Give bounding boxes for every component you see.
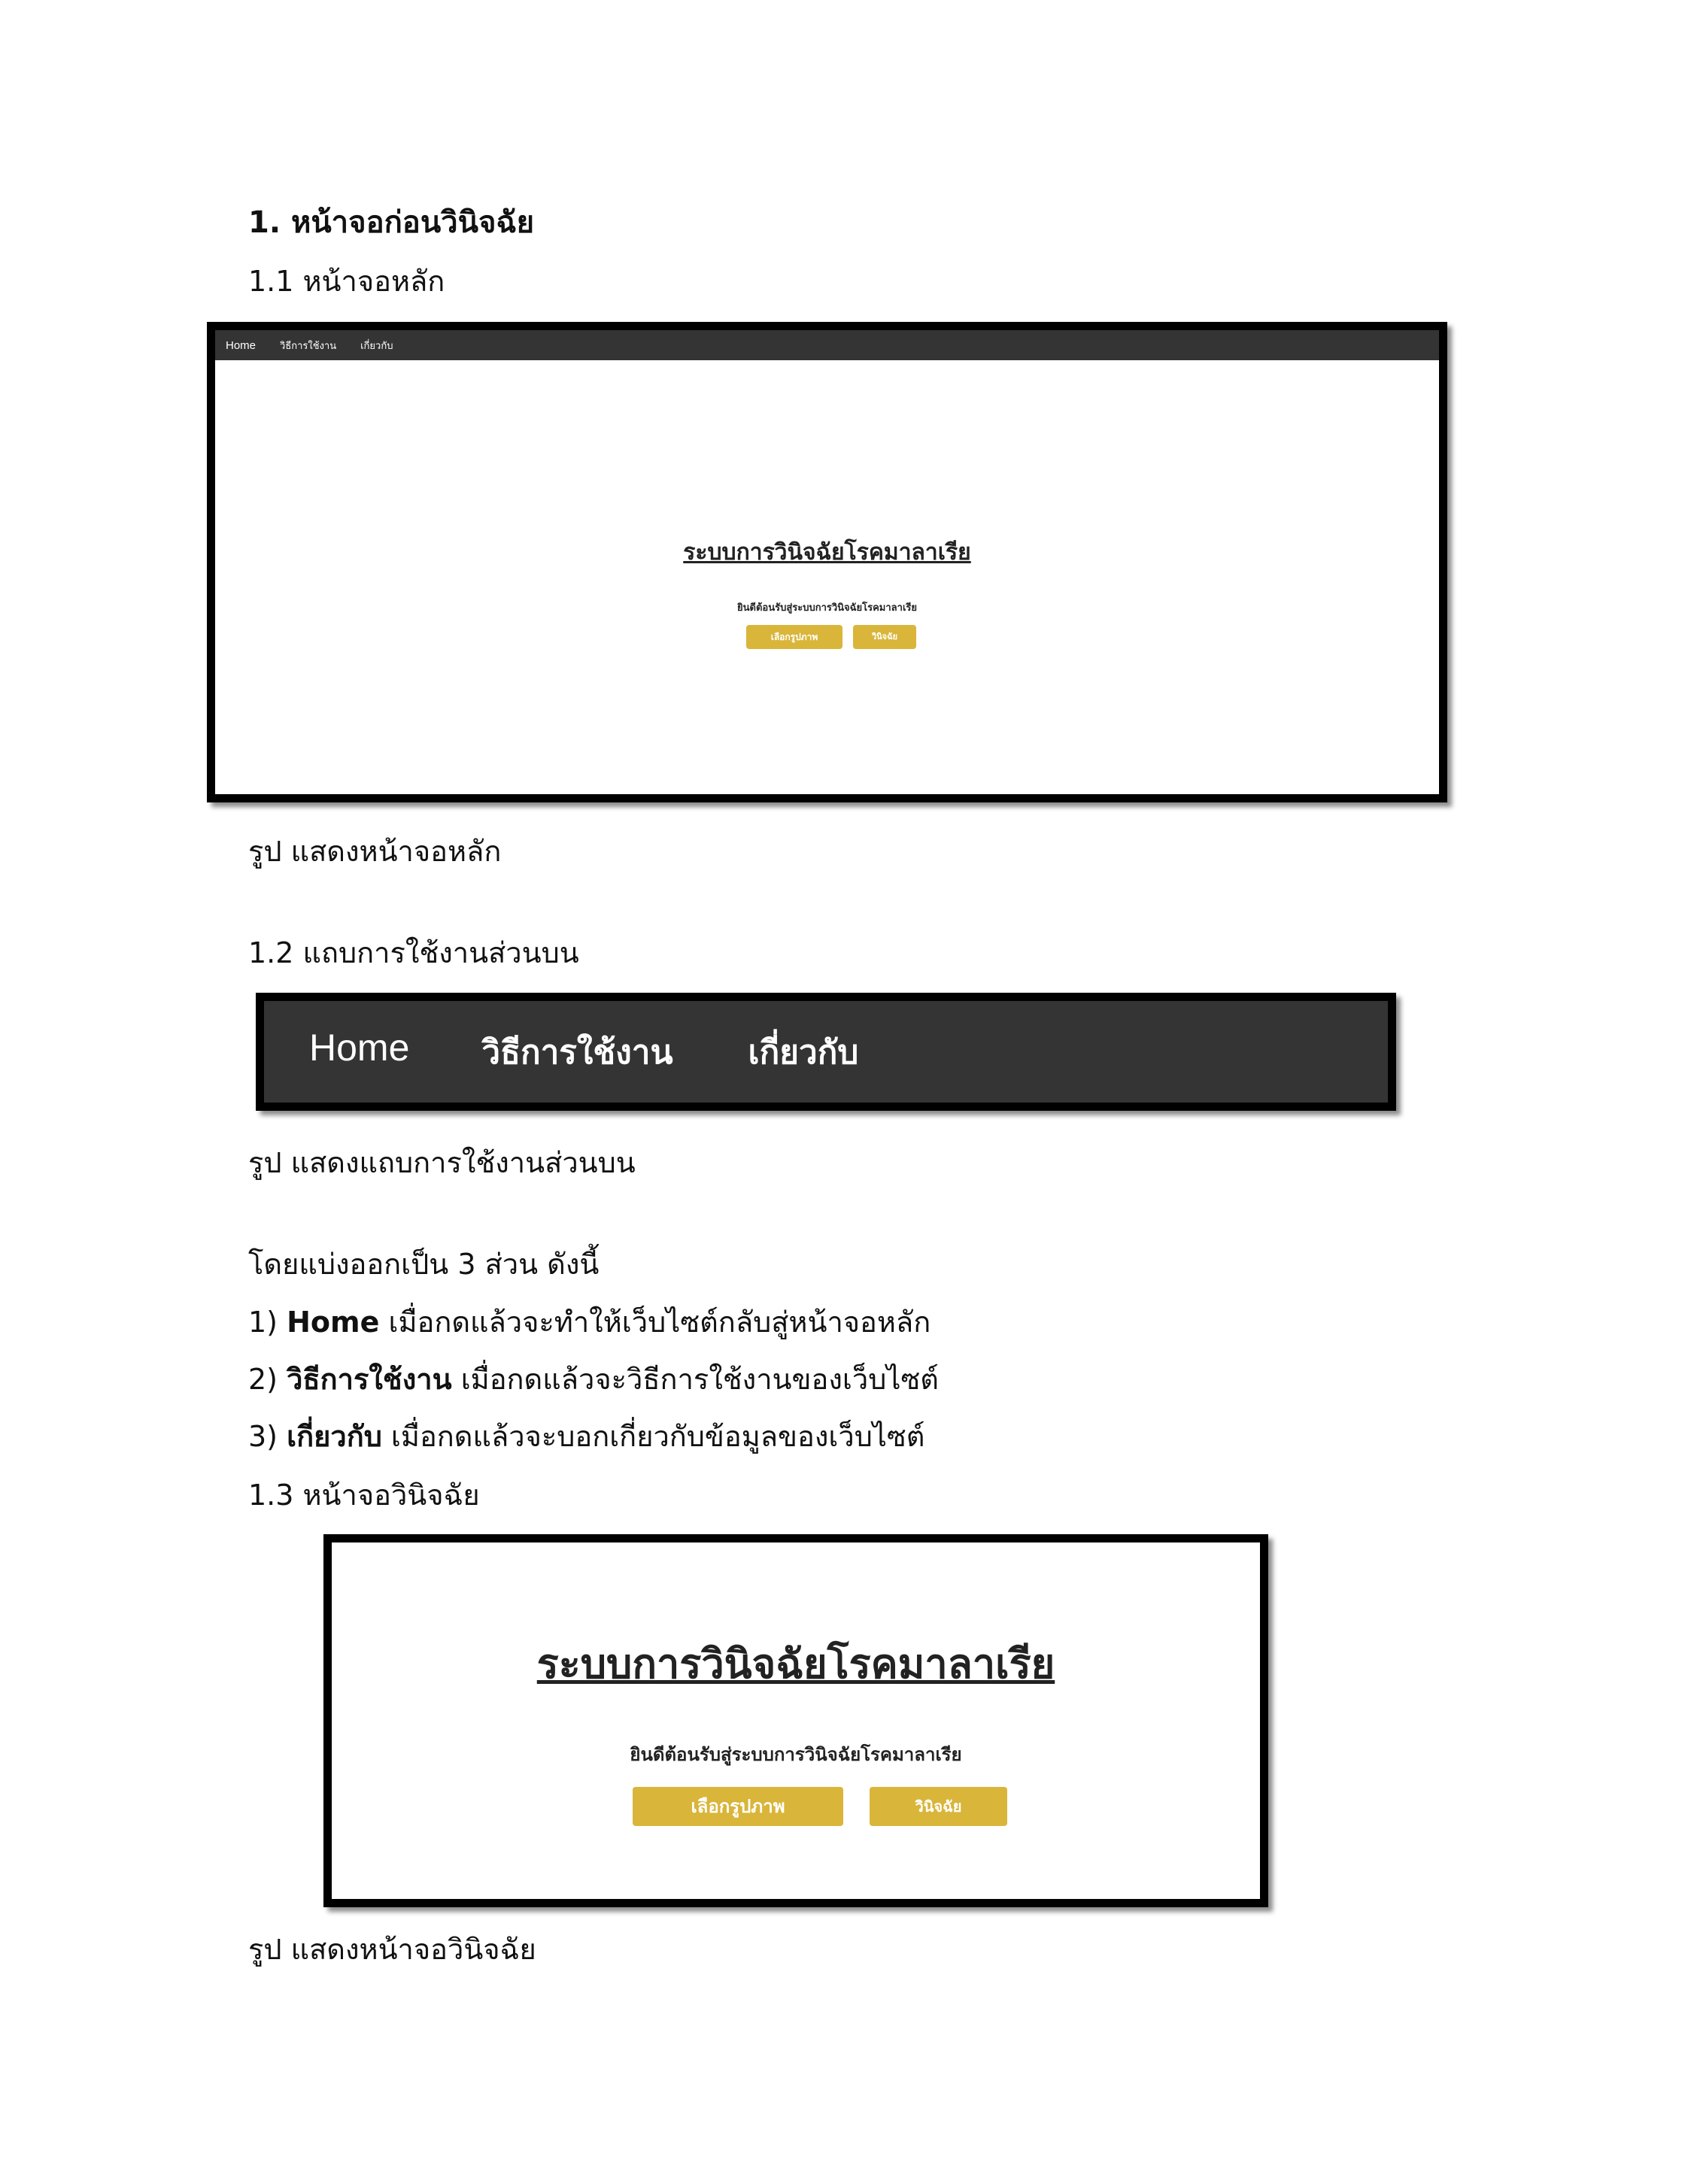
- subsection-1-1-label: 1.1 หน้าจอหลัก: [248, 265, 445, 298]
- list-item-desc: เมื่อกดแล้วจะวิธีการใช้งานของเว็บไซต์: [451, 1363, 939, 1396]
- diagnose-button[interactable]: วินิจฉัย: [853, 625, 916, 649]
- list-item-term: เกี่ยวกับ: [287, 1420, 382, 1453]
- caption-diagnose-screen: รูป แสดงหน้าจอวินิจฉัย: [248, 1933, 536, 1966]
- caption-main-screen: รูป แสดงหน้าจอหลัก: [248, 835, 502, 868]
- diagnose-screen-subtitle: ยินดีต้อนรับสู่ระบบการวินิจฉัยโรคมาลาเรี…: [630, 1744, 962, 1765]
- list-item: 1) Home เมื่อกดแล้วจะทำให้เว็บไซต์กลับสู…: [248, 1304, 931, 1340]
- list-item-number: 3): [248, 1420, 287, 1453]
- nav-item-howto[interactable]: วิธีการใช้งาน: [280, 338, 336, 353]
- diagnose-button-large[interactable]: วินิจฉัย: [870, 1787, 1007, 1826]
- list-item-term: Home: [287, 1306, 380, 1339]
- select-image-button[interactable]: เลือกรูปภาพ: [746, 625, 842, 649]
- subsection-1-2-label: 1.2 แถบการใช้งานส่วนบน: [248, 936, 579, 969]
- main-screen-navbar: Home วิธีการใช้งาน เกี่ยวกับ: [215, 330, 1439, 360]
- list-item: 3) เกี่ยวกับ เมื่อกดแล้วจะบอกเกี่ยวกับข้…: [248, 1418, 924, 1454]
- select-image-button-large[interactable]: เลือกรูปภาพ: [633, 1787, 843, 1826]
- caption-navbar: รูป แสดงแถบการใช้งานส่วนบน: [248, 1146, 636, 1179]
- navbar-item-home[interactable]: Home: [309, 1026, 409, 1069]
- diagnose-screen-screenshot: ระบบการวินิจฉัยโรคมาลาเรีย ยินดีต้อนรับส…: [323, 1534, 1268, 1907]
- navbar-screenshot: Home วิธีการใช้งาน เกี่ยวกับ: [256, 993, 1396, 1111]
- subsection-1-3-label: 1.3 หน้าจอวินิจฉัย: [248, 1479, 480, 1512]
- section-heading: 1. หน้าจอก่อนวินิจฉัย: [248, 205, 535, 240]
- nav-item-about[interactable]: เกี่ยวกับ: [360, 338, 393, 353]
- main-screen-subtitle: ยินดีต้อนรับสู่ระบบการวินิจฉัยโรคมาลาเรี…: [737, 602, 917, 614]
- main-screen-screenshot: Home วิธีการใช้งาน เกี่ยวกับ ระบบการวินิ…: [207, 322, 1447, 802]
- list-item-number: 1): [248, 1306, 287, 1339]
- nav-item-home[interactable]: Home: [226, 339, 256, 352]
- list-item-desc: เมื่อกดแล้วจะทำให้เว็บไซต์กลับสู่หน้าจอห…: [379, 1306, 931, 1339]
- list-item-desc: เมื่อกดแล้วจะบอกเกี่ยวกับข้อมูลของเว็บไซ…: [381, 1420, 925, 1453]
- main-screen-title: ระบบการวินิจฉัยโรคมาลาเรีย: [683, 539, 971, 566]
- intro-text: โดยแบ่งออกเป็น 3 ส่วน ดังนี้: [248, 1248, 600, 1281]
- list-item-term: วิธีการใช้งาน: [287, 1363, 452, 1396]
- navbar-item-howto[interactable]: วิธีการใช้งาน: [481, 1026, 672, 1078]
- diagnose-screen-title: ระบบการวินิจฉัยโรคมาลาเรีย: [536, 1640, 1055, 1688]
- list-item: 2) วิธีการใช้งาน เมื่อกดแล้วจะวิธีการใช้…: [248, 1361, 939, 1397]
- navbar-item-about[interactable]: เกี่ยวกับ: [748, 1026, 859, 1078]
- list-item-number: 2): [248, 1363, 287, 1396]
